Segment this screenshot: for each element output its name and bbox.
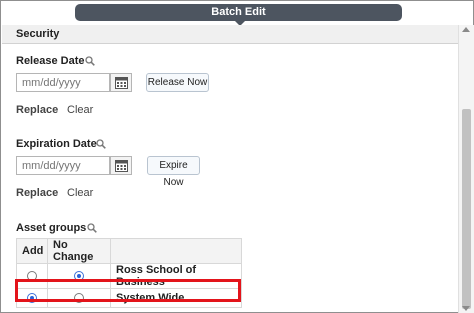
- column-header-add: Add: [16, 238, 48, 264]
- release-date-label: Release Date: [16, 55, 85, 67]
- release-replace-link[interactable]: Replace: [16, 104, 58, 116]
- release-calendar-button[interactable]: [110, 73, 132, 92]
- expiration-date-label: Expiration Date: [16, 138, 97, 150]
- scroll-up-arrow-icon[interactable]: [462, 27, 470, 32]
- highlight-box: [15, 279, 241, 302]
- expiration-date-input[interactable]: [16, 156, 110, 175]
- expiration-calendar-button[interactable]: [110, 156, 132, 175]
- release-date-input[interactable]: [16, 73, 110, 92]
- expire-now-button[interactable]: Expire Now: [147, 156, 200, 188]
- column-header-no-change: No Change: [47, 238, 111, 264]
- calendar-icon: [115, 160, 128, 172]
- column-header-name: [110, 238, 242, 264]
- scroll-down-arrow-icon[interactable]: [462, 306, 470, 311]
- search-icon[interactable]: [85, 56, 95, 66]
- expiration-replace-link[interactable]: Replace: [16, 187, 58, 199]
- expiration-clear-link[interactable]: Clear: [67, 187, 93, 199]
- table-header-row: Add No Change: [16, 238, 242, 264]
- release-now-button[interactable]: Release Now: [146, 73, 209, 92]
- search-icon[interactable]: [87, 223, 97, 233]
- batch-edit-dialog: Batch Edit Security Release Date Release…: [0, 0, 474, 313]
- calendar-icon: [115, 77, 128, 89]
- vertical-scrollbar[interactable]: [458, 25, 474, 313]
- release-clear-link[interactable]: Clear: [67, 104, 93, 116]
- asset-groups-label: Asset groups: [16, 222, 87, 234]
- section-header-security: Security: [2, 25, 458, 44]
- search-icon[interactable]: [96, 139, 106, 149]
- scroll-thumb[interactable]: [462, 109, 471, 309]
- dialog-title: Batch Edit: [75, 4, 402, 21]
